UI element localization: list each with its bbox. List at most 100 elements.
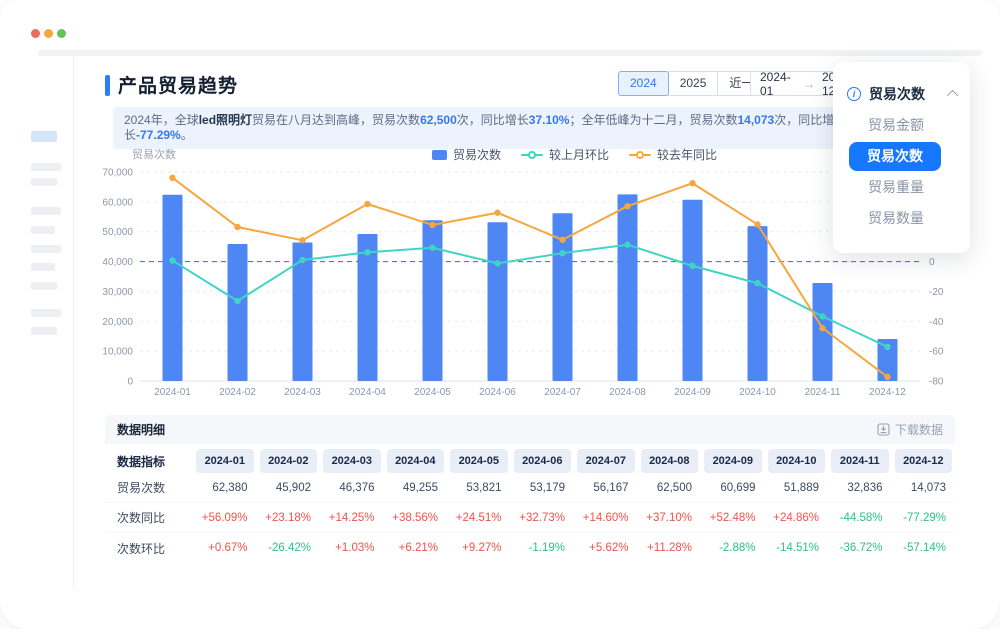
table-cell: +38.56% (384, 512, 448, 524)
table-cell: +0.67% (193, 542, 257, 554)
metric-dropdown-label: 贸易次数 (869, 84, 942, 104)
summary-text: led照明灯 (199, 113, 252, 127)
table-cell: +32.73% (511, 512, 575, 524)
table-cell: -44.58% (828, 512, 892, 524)
bar-2024-09[interactable] (683, 200, 703, 381)
point-较去年同比-2024-05[interactable] (429, 222, 435, 228)
bar-2024-02[interactable] (228, 244, 248, 381)
row-label: 次数环比 (105, 540, 193, 557)
right-axis-tick: -40 (929, 317, 944, 328)
point-较去年同比-2024-07[interactable] (559, 237, 565, 243)
table-cell: -1.19% (511, 542, 575, 554)
metric-option-贸易次数[interactable]: 贸易次数 (849, 142, 941, 171)
table-cell: +56.09% (193, 512, 257, 524)
metric-dropdown-panel: i 贸易次数 贸易金额贸易次数贸易重量贸易数量 (833, 62, 970, 253)
range-start: 2024-01 (760, 70, 796, 98)
point-较上月环比-2024-09[interactable] (689, 263, 695, 269)
table-header-2024-05: 2024-05 (450, 449, 508, 473)
summary-text: 贸易在八月达到高峰，贸易次数 (252, 113, 420, 127)
metric-dropdown-header[interactable]: i 贸易次数 (847, 84, 958, 104)
table-header-metric: 数据指标 (105, 453, 193, 470)
x-axis-label: 2024-09 (674, 387, 711, 398)
table-cell: +24.51% (447, 512, 511, 524)
sidebar-item-skeleton[interactable] (31, 178, 57, 186)
year-filter-2024[interactable]: 2024 (618, 71, 669, 96)
summary-text: 37.10% (529, 113, 570, 127)
table-cell: +14.25% (320, 512, 384, 524)
point-较上月环比-2024-04[interactable] (364, 249, 370, 255)
table-cell: +14.60% (574, 512, 638, 524)
point-较去年同比-2024-02[interactable] (234, 224, 240, 230)
table-row-贸易次数: 贸易次数62,38045,90246,37649,25553,82153,179… (105, 473, 955, 503)
point-较去年同比-2024-12[interactable] (884, 374, 890, 380)
maximize-window-icon[interactable] (57, 29, 66, 38)
table-cell: -26.42% (257, 542, 321, 554)
download-data-button[interactable]: 下载数据 (877, 421, 943, 438)
table-header-2024-04: 2024-04 (387, 449, 445, 473)
table-header-2024-12: 2024-12 (895, 449, 953, 473)
table-cell: 46,376 (320, 482, 384, 494)
point-较上月环比-2024-05[interactable] (429, 245, 435, 251)
table-header-2024-09: 2024-09 (704, 449, 762, 473)
sidebar-item-skeleton[interactable] (31, 245, 61, 253)
point-较去年同比-2024-03[interactable] (299, 237, 305, 243)
bar-2024-06[interactable] (488, 222, 508, 381)
sidebar-item-skeleton[interactable] (31, 327, 57, 335)
sidebar-item-skeleton[interactable] (31, 309, 61, 317)
point-较去年同比-2024-09[interactable] (689, 180, 695, 186)
sidebar-item-active-skeleton[interactable] (31, 131, 57, 142)
minimize-window-icon[interactable] (44, 29, 53, 38)
table-cell: 56,167 (574, 482, 638, 494)
bar-2024-05[interactable] (423, 220, 443, 381)
point-较上月环比-2024-07[interactable] (559, 250, 565, 256)
metric-option-贸易数量[interactable]: 贸易数量 (833, 203, 970, 234)
left-axis-tick: 60,000 (102, 197, 133, 208)
point-较上月环比-2024-02[interactable] (234, 298, 240, 304)
table-cell: +11.28% (638, 542, 702, 554)
metric-option-贸易重量[interactable]: 贸易重量 (833, 172, 970, 203)
point-较去年同比-2024-11[interactable] (819, 325, 825, 331)
point-较上月环比-2024-06[interactable] (494, 260, 500, 266)
sidebar-item-skeleton[interactable] (31, 226, 55, 234)
point-较去年同比-2024-08[interactable] (624, 203, 630, 209)
table-cell: +9.27% (447, 542, 511, 554)
x-axis-label: 2024-02 (219, 387, 256, 398)
bar-2024-04[interactable] (358, 234, 378, 381)
row-label: 贸易次数 (105, 479, 193, 496)
metric-option-贸易金额[interactable]: 贸易金额 (833, 110, 970, 141)
sidebar-item-skeleton[interactable] (31, 282, 57, 290)
sidebar-item-skeleton[interactable] (31, 263, 55, 271)
summary-text: 14,073 (738, 113, 775, 127)
sidebar-item-skeleton[interactable] (31, 163, 61, 171)
point-较上月环比-2024-12[interactable] (884, 344, 890, 350)
summary-text: -77.29% (136, 128, 181, 142)
sidebar (0, 56, 73, 629)
table-cell: 62,500 (638, 482, 702, 494)
point-较去年同比-2024-10[interactable] (754, 221, 760, 227)
table-cell: 14,073 (892, 482, 956, 494)
table-header-2024-06: 2024-06 (514, 449, 572, 473)
year-filter-2025[interactable]: 2025 (668, 71, 719, 96)
left-axis-tick: 10,000 (102, 347, 133, 358)
bar-2024-01[interactable] (163, 195, 183, 381)
point-较上月环比-2024-08[interactable] (624, 242, 630, 248)
bar-2024-08[interactable] (618, 194, 638, 381)
table-cell: 51,889 (765, 482, 829, 494)
point-较去年同比-2024-01[interactable] (169, 175, 175, 181)
point-较上月环比-2024-11[interactable] (819, 313, 825, 319)
trend-chart[interactable]: 010,00020,00030,00040,00050,00060,00070,… (95, 152, 955, 404)
x-axis-label: 2024-03 (284, 387, 321, 398)
close-window-icon[interactable] (31, 29, 40, 38)
bar-2024-11[interactable] (813, 283, 833, 381)
summary-text: 62,500 (420, 113, 457, 127)
x-axis-label: 2024-06 (479, 387, 516, 398)
table-header-2024-11: 2024-11 (831, 449, 889, 473)
point-较去年同比-2024-04[interactable] (364, 201, 370, 207)
point-较上月环比-2024-01[interactable] (169, 257, 175, 263)
point-较去年同比-2024-06[interactable] (494, 210, 500, 216)
point-较上月环比-2024-10[interactable] (754, 280, 760, 286)
bar-2024-10[interactable] (748, 226, 768, 381)
point-较上月环比-2024-03[interactable] (299, 257, 305, 263)
summary-text: 次，同比增长 (457, 113, 529, 127)
sidebar-item-skeleton[interactable] (31, 207, 61, 215)
